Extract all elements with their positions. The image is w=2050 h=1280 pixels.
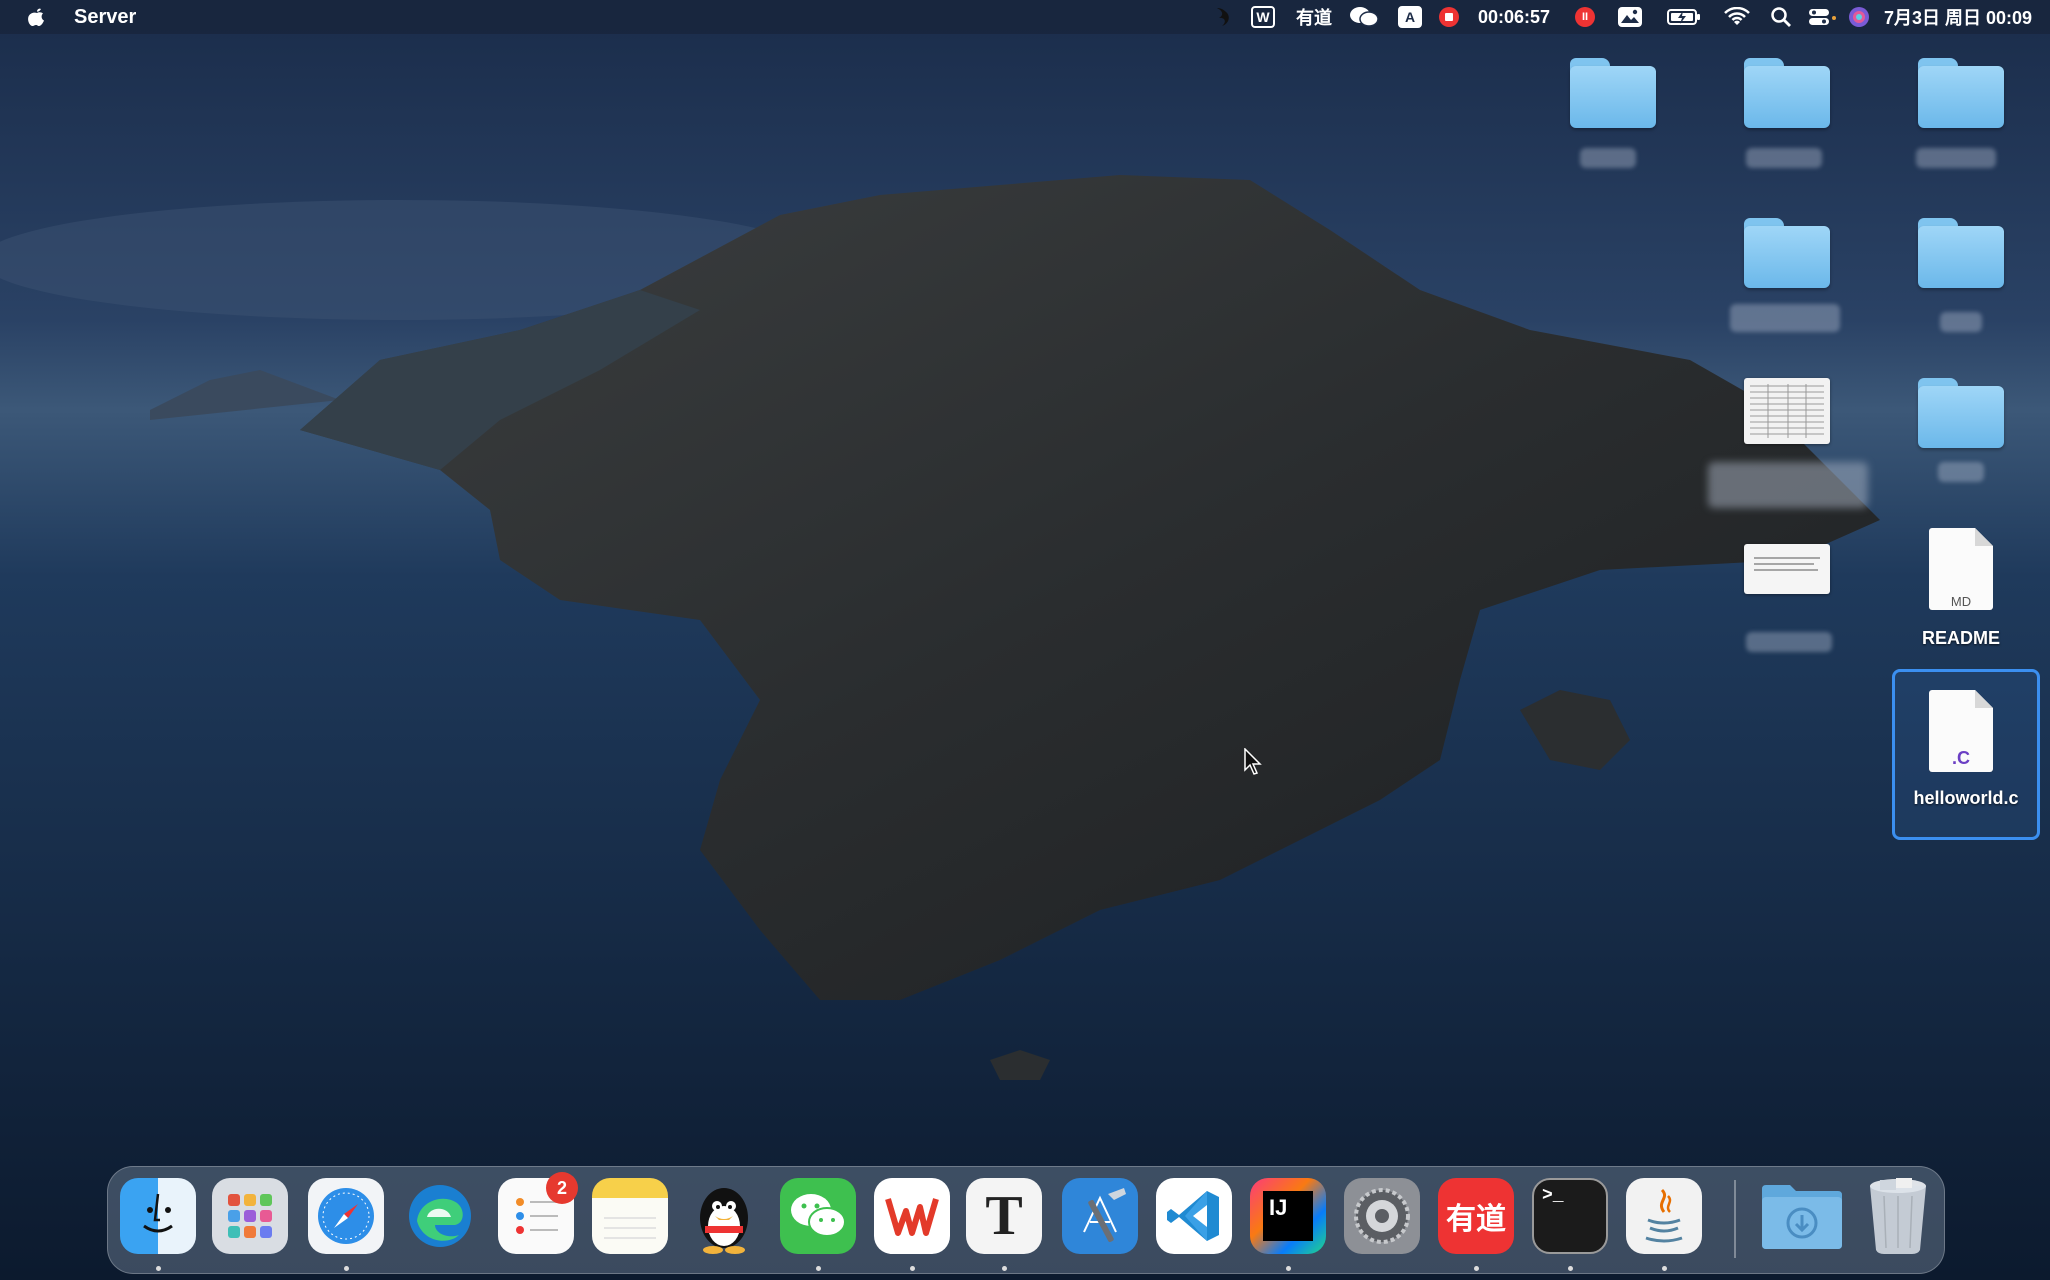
apple-menu-icon[interactable]	[26, 5, 48, 29]
siri-icon[interactable]	[1842, 0, 1876, 34]
mouse-cursor-icon	[1244, 747, 1262, 781]
folder-icon	[1918, 58, 2004, 128]
running-indicator	[1474, 1266, 1479, 1271]
desktop-file-readme[interactable]: MD README	[1886, 526, 2036, 656]
dock-system-preferences-icon[interactable]	[1344, 1178, 1420, 1254]
folder-icon	[1744, 58, 1830, 128]
dock-trash-icon[interactable]	[1858, 1178, 1938, 1254]
menu-bar: Server W 有道 A 00:06:57 II 7月3日 周日 00:09	[0, 0, 2050, 34]
dock-intellij-icon[interactable]: IJ	[1250, 1178, 1326, 1254]
record-pause-icon[interactable]: II	[1564, 0, 1606, 34]
theme-icon[interactable]	[1204, 0, 1240, 34]
spotlight-search-icon[interactable]	[1760, 0, 1802, 34]
running-indicator	[156, 1266, 161, 1271]
dock-edge-icon[interactable]	[402, 1178, 478, 1254]
dock-wps-icon[interactable]	[874, 1178, 950, 1254]
wechat-menubar-icon[interactable]	[1342, 0, 1386, 34]
folder-icon	[1570, 58, 1656, 128]
running-indicator	[910, 1266, 915, 1271]
desktop-folder[interactable]	[1916, 58, 2004, 168]
dock-notes-icon[interactable]	[592, 1178, 668, 1254]
document-thumbnail-icon	[1744, 544, 1830, 594]
input-method-icon[interactable]: A	[1386, 0, 1434, 34]
record-stop-icon[interactable]	[1434, 0, 1464, 34]
dock-downloads-folder-icon[interactable]	[1760, 1178, 1844, 1254]
folder-icon	[1744, 218, 1830, 288]
running-indicator	[1662, 1266, 1667, 1271]
running-indicator	[1002, 1266, 1007, 1271]
desktop-folder[interactable]	[1744, 58, 1830, 168]
running-indicator	[344, 1266, 349, 1271]
desktop-file-helloworld[interactable]: .C helloworld.c	[1892, 669, 2040, 840]
dock-launchpad-icon[interactable]	[212, 1178, 288, 1254]
file-name-label: README	[1921, 628, 2000, 648]
battery-icon[interactable]	[1654, 0, 1714, 34]
dock-xcode-icon[interactable]	[1062, 1178, 1138, 1254]
file-extension-label: .C	[1952, 748, 1970, 768]
desktop-folder[interactable]	[1918, 218, 2004, 338]
dock-wechat-icon[interactable]	[780, 1178, 856, 1254]
control-center-icon[interactable]	[1802, 0, 1842, 34]
wifi-icon[interactable]	[1714, 0, 1760, 34]
wps-menubar-icon[interactable]: W	[1240, 0, 1286, 34]
spreadsheet-thumbnail-icon	[1744, 378, 1830, 444]
folder-icon	[1918, 378, 2004, 448]
dock-terminal-icon[interactable]: >_	[1532, 1178, 1608, 1254]
desktop-document[interactable]	[1744, 544, 1834, 654]
record-timer: 00:06:57	[1477, 6, 1551, 27]
dock-finder-icon[interactable]	[120, 1178, 196, 1254]
dock-vscode-icon[interactable]	[1156, 1178, 1232, 1254]
desktop-wallpaper	[0, 0, 2050, 1280]
folder-icon	[1918, 218, 2004, 288]
file-name-label: helloworld.c	[1913, 788, 2019, 808]
desktop-folder[interactable]	[1730, 218, 1840, 338]
desktop-folder[interactable]	[1918, 378, 2004, 488]
running-indicator	[1286, 1266, 1291, 1271]
dock-typora-icon[interactable]: T	[966, 1178, 1042, 1254]
clock[interactable]: 7月3日 周日 00:09	[1876, 0, 2050, 34]
dock-safari-icon[interactable]	[308, 1178, 384, 1254]
desktop-document[interactable]	[1708, 378, 1868, 528]
reminders-badge: 2	[546, 1172, 578, 1204]
desktop-folder[interactable]	[1570, 58, 1656, 168]
dock-youdao-icon[interactable]: 有道	[1438, 1178, 1514, 1254]
dock-java-icon[interactable]	[1626, 1178, 1702, 1254]
screenshot-icon[interactable]	[1606, 0, 1654, 34]
youdao-menubar-icon[interactable]: 有道	[1286, 0, 1342, 34]
active-app-name[interactable]: Server	[74, 6, 136, 29]
running-indicator	[816, 1266, 821, 1271]
dock-qq-icon[interactable]	[686, 1178, 762, 1254]
file-extension-label: MD	[1950, 594, 1972, 609]
running-indicator	[1568, 1266, 1573, 1271]
dock-separator	[1734, 1180, 1736, 1258]
